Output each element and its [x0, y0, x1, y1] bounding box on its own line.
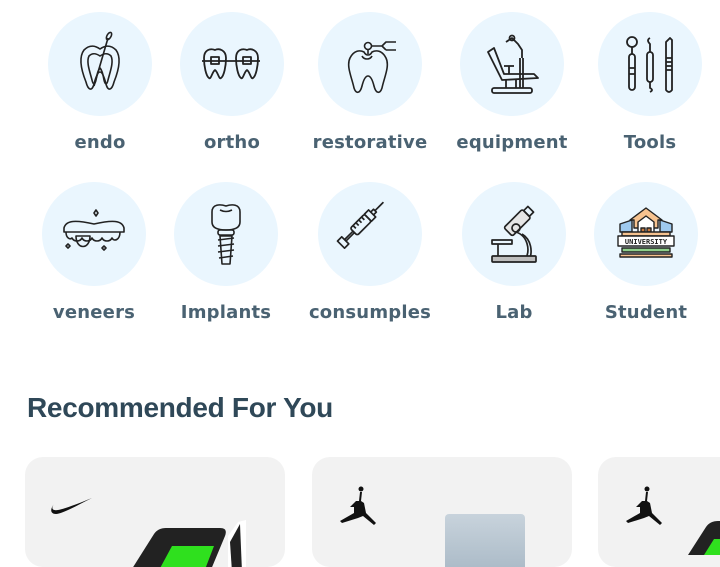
category-circle [48, 12, 152, 116]
dental-chair-icon [487, 34, 539, 94]
nike-swoosh-icon [51, 498, 92, 514]
category-label: Student [604, 302, 688, 323]
category-veneers[interactable]: veneers [24, 182, 164, 323]
category-label: Lab [495, 302, 533, 323]
university-icon: UNIVERSITY [617, 207, 675, 258]
category-label: Tools [623, 132, 677, 153]
category-circle: UNIVERSITY [594, 182, 698, 286]
drill-tooth-icon [347, 41, 396, 94]
product-card[interactable] [25, 457, 285, 567]
category-label: ortho [203, 132, 261, 153]
product-card[interactable] [598, 457, 720, 567]
veneers-icon [63, 209, 125, 251]
jumpman-icon [626, 486, 662, 525]
category-lab[interactable]: Lab [444, 182, 584, 323]
category-label: equipment [456, 132, 568, 153]
category-tools[interactable]: Tools [580, 12, 720, 153]
category-endo[interactable]: endo [30, 12, 170, 153]
shoe-image [133, 520, 246, 567]
microscope-icon [491, 205, 537, 263]
category-restorative[interactable]: restorative [300, 12, 440, 153]
root-canal-tooth-icon [80, 31, 120, 90]
jumpman-icon [340, 486, 376, 525]
category-ortho[interactable]: ortho [162, 12, 302, 153]
category-label: endo [74, 132, 126, 153]
category-label: consumples [308, 302, 432, 323]
category-circle [318, 182, 422, 286]
category-circle [462, 182, 566, 286]
implant-icon [211, 204, 241, 265]
category-circle [180, 12, 284, 116]
category-label: restorative [312, 132, 428, 153]
braces-teeth-icon [202, 48, 260, 80]
category-student[interactable]: UNIVERSITY Student [576, 182, 716, 323]
category-implants[interactable]: Implants [156, 182, 296, 323]
svg-text:UNIVERSITY: UNIVERSITY [625, 238, 668, 246]
category-label: veneers [52, 302, 136, 323]
dental-tools-icon [626, 36, 673, 93]
category-circle [174, 182, 278, 286]
category-circle [598, 12, 702, 116]
section-title: Recommended For You [27, 392, 333, 423]
product-card[interactable] [312, 457, 572, 567]
category-circle [318, 12, 422, 116]
shoe-image [688, 521, 720, 555]
category-circle [42, 182, 146, 286]
category-circle [460, 12, 564, 116]
category-consumples[interactable]: consumples [300, 182, 440, 323]
syringe-icon [336, 201, 385, 249]
category-label: Implants [180, 302, 272, 323]
category-equipment[interactable]: equipment [442, 12, 582, 153]
